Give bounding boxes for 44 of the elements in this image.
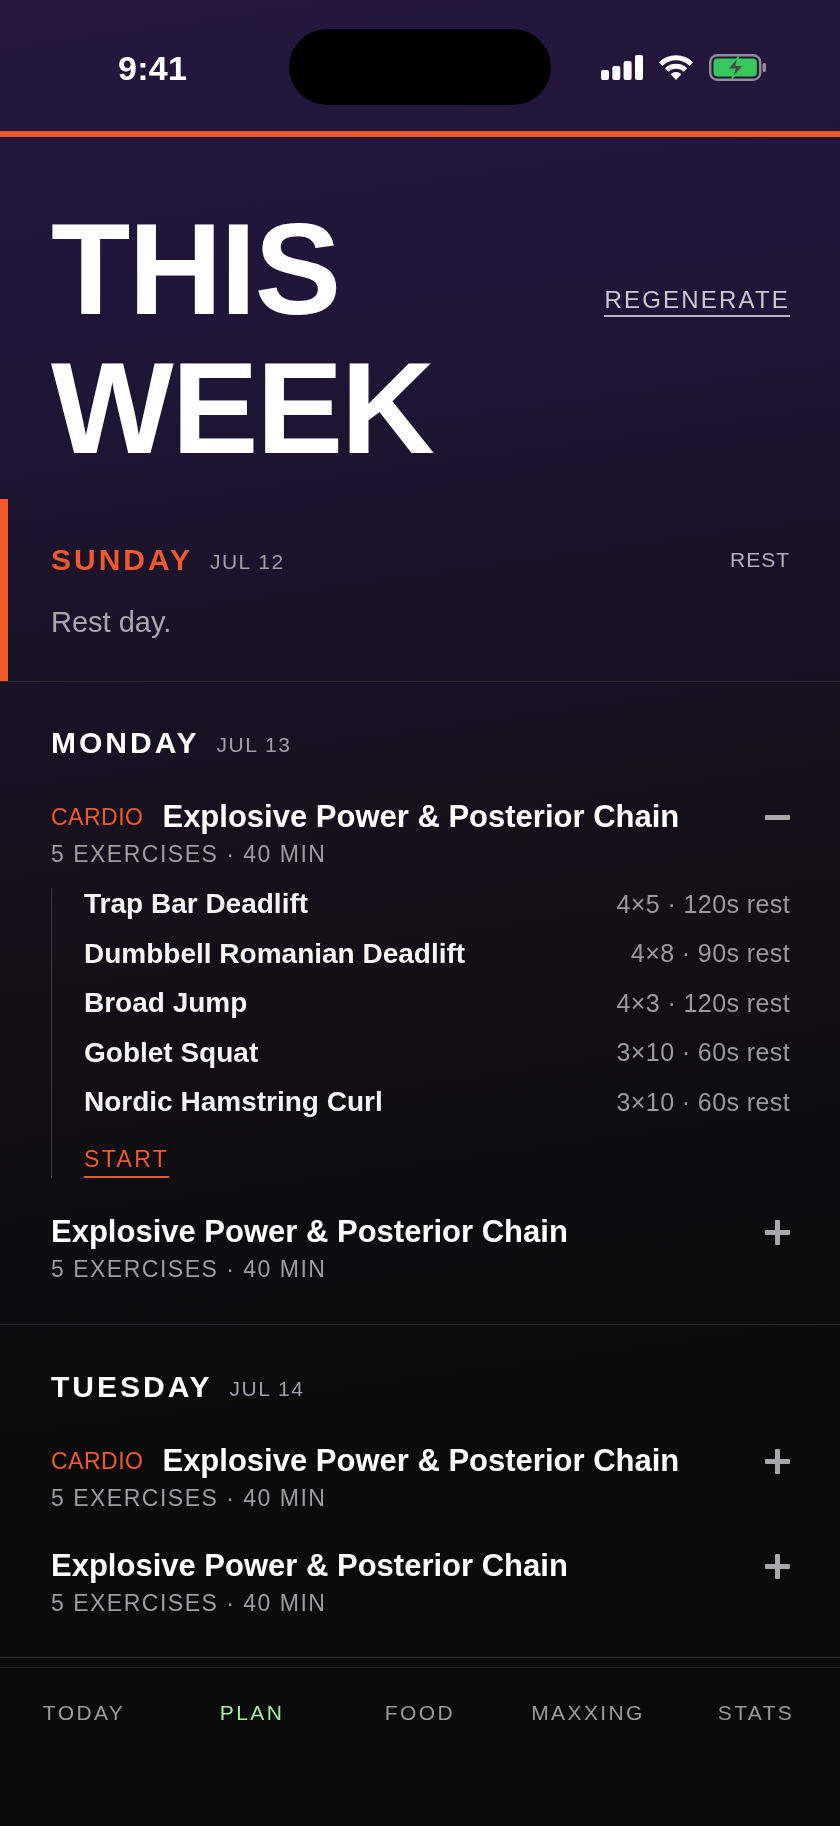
exercise-name: Trap Bar Deadlift — [84, 888, 309, 920]
workout-summary: 5 EXERCISES · 40 MIN — [51, 1484, 327, 1512]
exercise-detail: 4×3 · 120s rest — [616, 988, 790, 1018]
day-name: TUESDAY — [51, 1370, 213, 1404]
day-date: JUL 13 — [216, 731, 292, 757]
day-date: JUL 12 — [209, 548, 285, 574]
workout-title: Explosive Power & Posterior Chain — [162, 1443, 680, 1479]
wifi-icon — [658, 54, 694, 80]
plus-icon[interactable] — [765, 1553, 790, 1579]
workout-title: Explosive Power & Posterior Chain — [51, 1214, 568, 1250]
exercise-detail: 3×10 · 60s rest — [616, 1038, 790, 1067]
exercise-detail: 3×10 · 60s rest — [616, 1087, 790, 1117]
regenerate-link[interactable]: REGENERATE — [604, 287, 790, 317]
category-label: CARDIO — [51, 803, 144, 831]
workout-summary: 5 EXERCISES · 40 MIN — [51, 840, 327, 868]
workout-summary: 5 EXERCISES · 40 MIN — [51, 1589, 327, 1617]
status-time: 9:41 — [118, 48, 188, 89]
minus-icon[interactable] — [765, 814, 790, 820]
day-note: Rest day. — [51, 605, 172, 639]
nav-tab[interactable]: FOOD — [384, 1700, 456, 1726]
battery-charging-icon — [709, 53, 766, 81]
nav-tab[interactable]: STATS — [717, 1700, 795, 1726]
exercise-name: Broad Jump — [84, 987, 248, 1019]
exercise-name: Dumbbell Romanian Deadlift — [84, 937, 466, 970]
nav-tab[interactable]: PLAN — [219, 1700, 285, 1726]
workout-title: Explosive Power & Posterior Chain — [51, 1548, 568, 1584]
workout-title: Explosive Power & Posterior Chain — [162, 799, 680, 835]
nav-tab[interactable]: MAXXING — [531, 1700, 645, 1726]
plus-icon[interactable] — [765, 1219, 790, 1245]
day-name: SUNDAY — [51, 543, 193, 577]
day-date: JUL 14 — [229, 1375, 305, 1401]
day-name: MONDAY — [51, 726, 200, 760]
signal-icon — [601, 54, 643, 80]
workout-summary: 5 EXERCISES · 40 MIN — [51, 1255, 327, 1283]
exercise-detail: 4×5 · 120s rest — [616, 889, 790, 919]
start-link[interactable]: START — [84, 1145, 170, 1178]
nav-tab[interactable]: TODAY — [42, 1700, 126, 1726]
plus-icon[interactable] — [765, 1448, 790, 1474]
exercise-name: Nordic Hamstring Curl — [84, 1086, 383, 1118]
exercise-name: Goblet Squat — [84, 1036, 259, 1069]
exercise-detail: 4×8 · 90s rest — [630, 939, 790, 968]
page-title: THIS WEEK — [51, 200, 435, 478]
day-status-label: REST — [730, 548, 790, 572]
category-label: CARDIO — [51, 1447, 144, 1475]
